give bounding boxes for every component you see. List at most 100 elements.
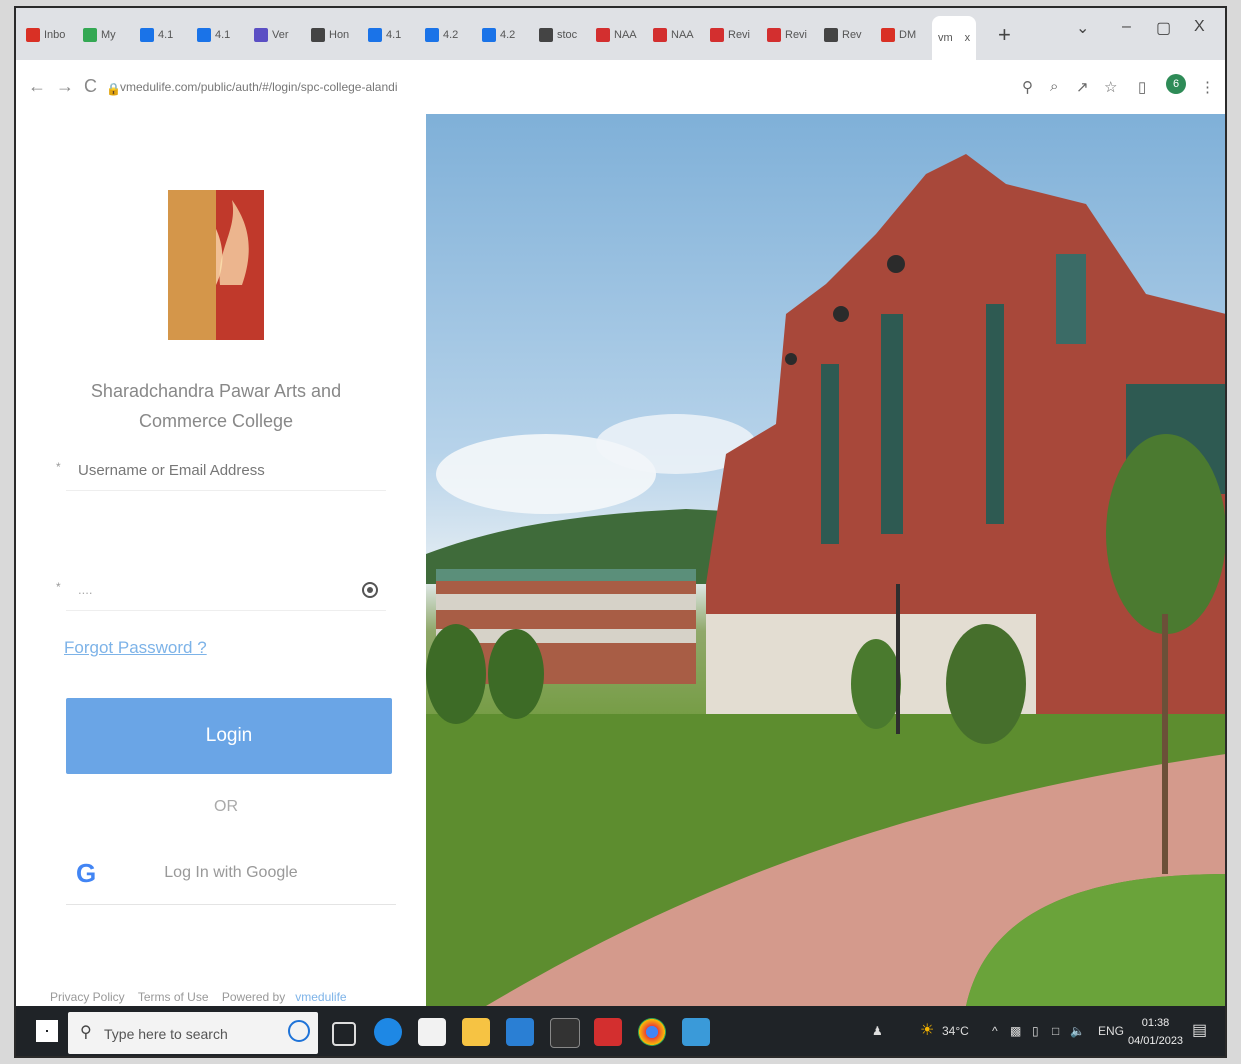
browser-tab[interactable]: Hon: [311, 22, 349, 48]
store-icon[interactable]: [418, 1018, 446, 1046]
browser-tab[interactable]: stoc: [539, 22, 577, 48]
weather-temperature[interactable]: 34°C: [942, 1024, 969, 1038]
bookmark-star-icon[interactable]: ☆: [1104, 78, 1117, 96]
privacy-policy-link[interactable]: Privacy Policy: [50, 990, 125, 1004]
vmedulife-link[interactable]: vmedulife: [295, 990, 346, 1004]
language-indicator[interactable]: ENG: [1098, 1024, 1124, 1038]
weather-sun-icon: ☀: [920, 1022, 935, 1039]
tab-label: Inbo: [44, 29, 66, 41]
browser-tab[interactable]: Revi: [767, 22, 807, 48]
tab-label: 4.1: [386, 29, 402, 41]
display-icon[interactable]: □: [1052, 1024, 1059, 1038]
side-panel-icon[interactable]: ▯: [1138, 78, 1146, 96]
notifications-icon[interactable]: ▤: [1192, 1020, 1207, 1040]
tab-favicon-icon: [197, 28, 211, 42]
password-value: ....: [78, 582, 93, 597]
task-view-icon[interactable]: [332, 1022, 356, 1046]
show-password-icon[interactable]: [362, 582, 378, 598]
tab-favicon-icon: [596, 28, 610, 42]
campus-background-image: [426, 114, 1225, 1006]
taskbar-clock[interactable]: 01:38 04/01/2023: [1128, 1014, 1183, 1050]
back-button[interactable]: ←: [28, 76, 46, 97]
required-mark: *: [56, 580, 61, 594]
menu-kebab-icon[interactable]: ⋮: [1200, 78, 1215, 96]
maximize-button[interactable]: ▢: [1156, 18, 1171, 38]
flame-icon: [195, 200, 249, 285]
browser-tab[interactable]: 4.1: [368, 22, 401, 48]
file-explorer-icon[interactable]: [462, 1018, 490, 1046]
college-name: Sharadchandra Pawar Arts and Commerce Co…: [90, 381, 342, 431]
key-icon[interactable]: ⚲: [1022, 78, 1033, 96]
profile-avatar[interactable]: 6: [1166, 74, 1186, 94]
volume-icon[interactable]: 🔈: [1070, 1024, 1085, 1038]
tab-label: 4.2: [443, 29, 459, 41]
photos-icon[interactable]: [682, 1018, 710, 1046]
browser-tab-bar: Inbo My 4.1 4.1 Ver Hon 4.1 4.2 4.2 stoc NAA NAA Rev…: [16, 8, 1225, 60]
login-panel: Sharadchandra Pawar Arts and Commerce Co…: [16, 114, 426, 1006]
password-input[interactable]: ....: [66, 570, 386, 611]
browser-tab[interactable]: Ver: [254, 22, 289, 48]
clock-date: 04/01/2023: [1128, 1035, 1184, 1047]
browser-tab[interactable]: Rev: [824, 22, 862, 48]
browser-tab[interactable]: NAA: [596, 22, 637, 48]
tab-label: Revi: [785, 29, 808, 41]
google-login-button[interactable]: G Log In with Google: [66, 844, 396, 905]
browser-tab[interactable]: 4.1: [197, 22, 230, 48]
browser-tab[interactable]: 4.2: [482, 22, 515, 48]
windows-taskbar: ⚲ Type here to search ♟ ☀ 34°C ^ ▩ ▯ □ 🔈…: [16, 1006, 1225, 1056]
clock-time: 01:38: [1141, 1017, 1170, 1029]
tab-favicon-icon: [767, 28, 781, 42]
battery-icon[interactable]: ▯: [1032, 1024, 1039, 1038]
tab-favicon-icon: [425, 28, 439, 42]
mail-icon[interactable]: [506, 1018, 534, 1046]
tray-chevron-icon[interactable]: ^: [992, 1024, 998, 1038]
tab-favicon-icon: [710, 28, 724, 42]
tab-label: 4.1: [158, 29, 174, 41]
tab-label: My: [101, 29, 116, 41]
browser-tab[interactable]: 4.1: [140, 22, 173, 48]
tab-label: NAA: [671, 29, 694, 41]
powered-by-text: Powered by: [221, 990, 286, 1004]
edge-icon[interactable]: [374, 1018, 402, 1046]
url-field[interactable]: vmedulife.com/public/auth/#/login/spc-co…: [120, 80, 398, 94]
tab-label: DM: [899, 29, 917, 41]
tab-label: Rev: [842, 29, 862, 41]
minimize-button[interactable]: –: [1122, 18, 1131, 36]
tab-active[interactable]: vm x: [932, 16, 977, 60]
browser-tab[interactable]: NAA: [653, 22, 694, 48]
tab-label: Ver: [272, 29, 289, 41]
taskbar-search-box[interactable]: ⚲ Type here to search: [68, 1012, 318, 1054]
forgot-password-link[interactable]: Forgot Password ?: [64, 638, 207, 658]
browser-tab[interactable]: DM: [881, 22, 916, 48]
login-button[interactable]: Login: [66, 698, 392, 774]
tab-favicon-icon: [482, 28, 496, 42]
browser-tab[interactable]: My: [83, 22, 116, 48]
forward-button[interactable]: →: [56, 76, 74, 97]
zoom-icon[interactable]: ⌕: [1050, 78, 1058, 95]
terminal-icon[interactable]: [550, 1018, 580, 1048]
wps-office-icon[interactable]: [594, 1018, 622, 1046]
browser-tab[interactable]: 4.2: [425, 22, 458, 48]
reload-button[interactable]: C: [84, 76, 97, 97]
cortana-icon[interactable]: [288, 1020, 310, 1042]
tab-favicon-icon: [368, 28, 382, 42]
tab-favicon-icon: [83, 28, 97, 42]
tab-favicon-icon: [26, 28, 40, 42]
new-tab-button[interactable]: +: [998, 22, 1011, 48]
windows-start-icon[interactable]: [36, 1020, 58, 1042]
chrome-icon[interactable]: [638, 1018, 666, 1046]
browser-tab[interactable]: Inbo: [26, 22, 65, 48]
tab-label: NAA: [614, 29, 637, 41]
share-icon[interactable]: ↗: [1076, 78, 1089, 96]
network-icon[interactable]: ▩: [1010, 1024, 1021, 1038]
close-window-button[interactable]: X: [1194, 18, 1205, 36]
campus-building-illustration: [426, 154, 1225, 1006]
people-icon[interactable]: ♟: [872, 1024, 883, 1038]
browser-tab[interactable]: Revi: [710, 22, 750, 48]
username-input[interactable]: Username or Email Address: [66, 450, 386, 491]
taskbar-search-placeholder: Type here to search: [104, 1026, 228, 1042]
tab-search-chevron-icon[interactable]: ⌄: [1076, 18, 1089, 38]
close-tab-icon[interactable]: x: [965, 32, 971, 44]
lock-icon[interactable]: 🔒: [106, 82, 121, 96]
terms-of-use-link[interactable]: Terms of Use: [138, 990, 209, 1004]
